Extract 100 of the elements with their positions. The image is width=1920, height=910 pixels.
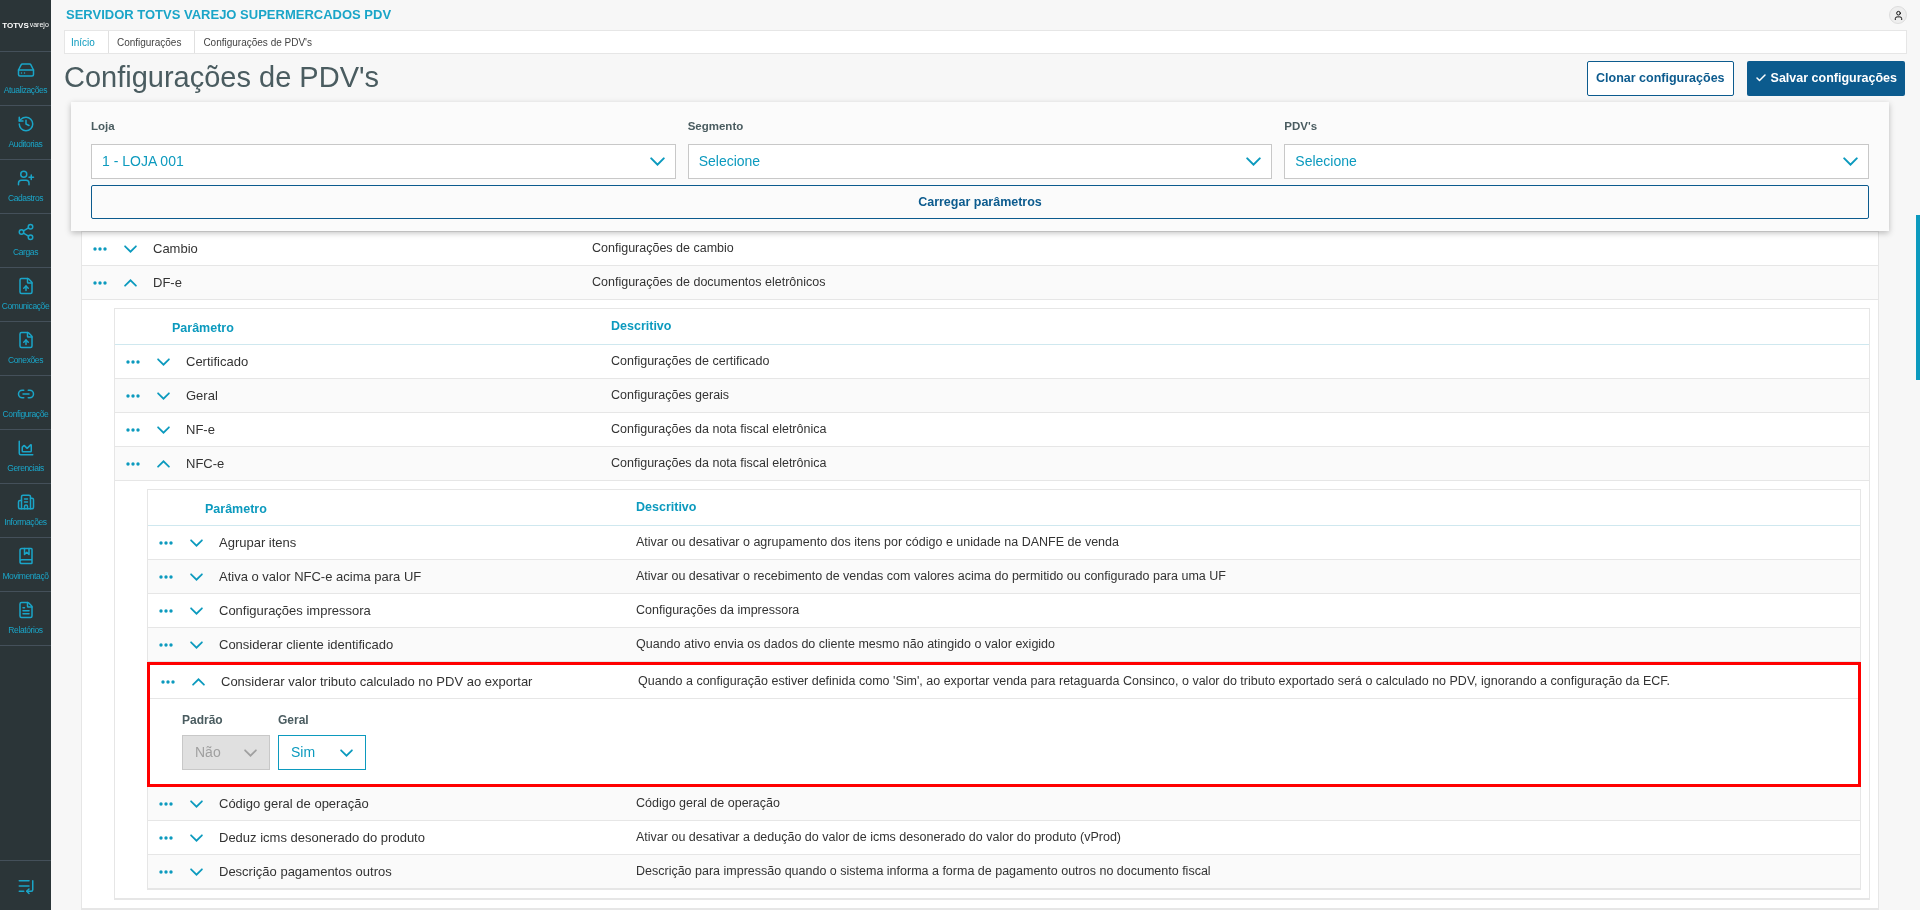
more-options-button[interactable]: [156, 608, 176, 613]
expand-button[interactable]: [190, 572, 203, 581]
document-icon: [16, 600, 35, 619]
setting-select[interactable]: Sim: [278, 735, 366, 770]
column-header: Parâmetro: [172, 320, 234, 335]
collapse-button[interactable]: [192, 677, 205, 686]
more-options-button[interactable]: [123, 359, 143, 364]
more-icon: [159, 835, 173, 840]
more-options-button[interactable]: [156, 574, 176, 579]
more-options-button[interactable]: [156, 801, 176, 806]
more-options-button[interactable]: [156, 540, 176, 545]
chevron-down-icon: [124, 244, 137, 253]
more-icon: [159, 574, 173, 579]
more-icon: [126, 427, 140, 432]
filter-select[interactable]: 1 - LOJA 001: [91, 144, 676, 179]
more-options-button[interactable]: [156, 835, 176, 840]
parameter-description: Configurações de cambio: [592, 240, 734, 258]
filter-label: PDV's: [1284, 118, 1319, 134]
expand-button[interactable]: [190, 867, 203, 876]
more-icon: [159, 642, 173, 647]
sidebar-item[interactable]: Conexões: [0, 322, 51, 376]
buildings-icon: [16, 492, 35, 511]
save-button[interactable]: Salvar configurações: [1746, 60, 1905, 96]
more-options-button[interactable]: [123, 427, 143, 432]
expand-button[interactable]: [190, 833, 203, 842]
parameter-name: Geral: [186, 386, 218, 405]
parameter-name: Considerar valor tributo calculado no PDV ao exportar: [221, 672, 533, 691]
collapse-button[interactable]: [157, 459, 170, 468]
page-title: Configurações de PDV's: [64, 60, 380, 96]
collapse-button[interactable]: [124, 278, 137, 287]
server-icon: [16, 60, 35, 79]
sidebar-item[interactable]: Informações: [0, 484, 51, 538]
user-avatar[interactable]: [1889, 6, 1907, 25]
more-options-button[interactable]: [90, 280, 110, 285]
sidebar-item[interactable]: Cargas: [0, 214, 51, 268]
breadcrumb-item[interactable]: Início: [71, 34, 95, 50]
sidebar-item[interactable]: Movimentaçõ: [0, 538, 51, 592]
expand-button[interactable]: [124, 244, 137, 253]
more-icon: [159, 540, 173, 545]
parameter-name: Código geral de operação: [219, 794, 369, 813]
sidebar-item[interactable]: Atualizações: [0, 52, 51, 106]
more-icon: [93, 246, 107, 251]
more-icon: [126, 359, 140, 364]
more-options-button[interactable]: [123, 393, 143, 398]
parameter-description: Ativar ou desativar o recebimento de vendas com valores acima do permitido ou configurado para uma UF: [636, 568, 1226, 586]
parameter-name: NF-e: [186, 420, 215, 439]
column-header: Descritivo: [636, 499, 697, 517]
parameter-description: Ativar ou desativar a dedução do valor de icms desonerado do valor do produto (vProd): [636, 829, 1121, 847]
more-options-button[interactable]: [158, 679, 178, 684]
chevron-down-icon: [190, 867, 203, 876]
sidebar-item[interactable]: Configuraçõe: [0, 376, 51, 430]
expand-button[interactable]: [157, 425, 170, 434]
file-upload-icon: [16, 330, 35, 349]
expand-button[interactable]: [157, 391, 170, 400]
chevron-down-icon: [1246, 157, 1262, 166]
parameter-name: Considerar cliente identificado: [219, 635, 394, 654]
breadcrumb-item[interactable]: Configurações de PDV's: [203, 34, 313, 50]
sidebar-item[interactable]: Gerenciais: [0, 430, 51, 484]
parameter-name: Configurações impressora: [219, 601, 371, 620]
breadcrumb-item[interactable]: Configurações: [116, 34, 182, 50]
filter-select[interactable]: Selecione: [1284, 144, 1869, 179]
clone-button[interactable]: Clonar configurações: [1587, 60, 1734, 96]
column-header: Parâmetro: [205, 501, 267, 516]
chevron-down-icon: [157, 391, 170, 400]
more-options-button[interactable]: [90, 246, 110, 251]
sidebar-item[interactable]: Comunicaçõe: [0, 268, 51, 322]
expand-button[interactable]: [190, 799, 203, 808]
chart-icon: [16, 438, 35, 457]
chevron-down-icon: [157, 425, 170, 434]
scrollbar-thumb[interactable]: [1916, 215, 1920, 380]
parameter-name: Certificado: [186, 352, 249, 371]
chevron-down-icon: [340, 748, 353, 757]
chevron-down-icon: [1843, 157, 1858, 166]
more-icon: [159, 608, 173, 613]
sidebar-item[interactable]: Cadastros: [0, 160, 51, 214]
parameter-description: Configurações de certificado: [611, 353, 770, 371]
more-options-button[interactable]: [123, 461, 143, 466]
sidebar-item[interactable]: Relatórios: [0, 592, 51, 646]
sidebar-item[interactable]: Auditorias: [0, 106, 51, 160]
more-icon: [159, 801, 173, 806]
filter-label: Segmento: [687, 118, 745, 134]
chevron-down-icon: [190, 640, 203, 649]
parameter-description: Quando a configuração estiver definida como 'Sim', ao exportar venda para retaguarda Consinco, o valor do tributo exportado será o calculado no PDV, ignorando a configuração da ECF.: [638, 673, 1671, 691]
parameter-name: Ativa o valor NFC-e acima para UF: [219, 567, 422, 586]
load-parameters-button[interactable]: Carregar parâmetros: [91, 185, 1869, 219]
chevron-down-icon: [244, 748, 257, 757]
more-options-button[interactable]: [156, 642, 176, 647]
expand-button[interactable]: [190, 640, 203, 649]
more-icon: [159, 869, 173, 874]
expand-button[interactable]: [190, 606, 203, 615]
expand-button[interactable]: [190, 538, 203, 547]
chevron-down-icon: [649, 157, 665, 166]
parameter-description: Configurações gerais: [611, 387, 730, 405]
chevron-down-icon: [190, 799, 203, 808]
add-user-icon: [16, 168, 35, 187]
share-icon: [16, 222, 35, 241]
filter-select[interactable]: Selecione: [687, 144, 1273, 179]
parameter-description: Código geral de operação: [636, 795, 780, 813]
expand-button[interactable]: [157, 357, 170, 366]
more-options-button[interactable]: [156, 869, 176, 874]
